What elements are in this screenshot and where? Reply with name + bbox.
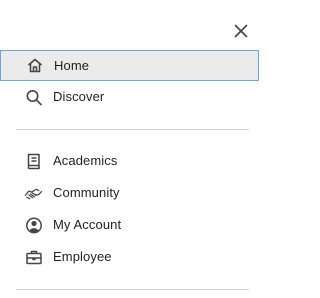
search-icon bbox=[24, 88, 43, 107]
close-button[interactable] bbox=[231, 21, 251, 41]
home-icon bbox=[25, 56, 44, 75]
nav-item-community[interactable]: Community bbox=[0, 178, 259, 208]
nav-item-label: Home bbox=[54, 57, 90, 73]
nav-item-label: Academics bbox=[53, 153, 118, 169]
nav-item-home[interactable]: Home bbox=[0, 50, 259, 81]
nav-item-employee[interactable]: Employee bbox=[0, 242, 259, 272]
nav-item-discover[interactable]: Discover bbox=[0, 82, 259, 112]
divider bbox=[16, 289, 249, 290]
divider bbox=[16, 129, 249, 130]
nav-item-academics[interactable]: Academics bbox=[0, 146, 259, 176]
close-icon bbox=[234, 24, 248, 38]
nav-item-label: Community bbox=[53, 185, 120, 201]
nav-item-my-account[interactable]: My Account bbox=[0, 210, 259, 240]
nav-item-label: Discover bbox=[53, 89, 105, 105]
nav-item-label: My Account bbox=[53, 217, 122, 233]
book-icon bbox=[24, 152, 43, 171]
navigation-menu: Home Discover Academics Community My Acc… bbox=[0, 0, 259, 298]
handshake-icon bbox=[24, 184, 43, 203]
account-circle-icon bbox=[24, 216, 43, 235]
nav-item-label: Employee bbox=[53, 249, 112, 265]
briefcase-icon bbox=[24, 248, 43, 267]
